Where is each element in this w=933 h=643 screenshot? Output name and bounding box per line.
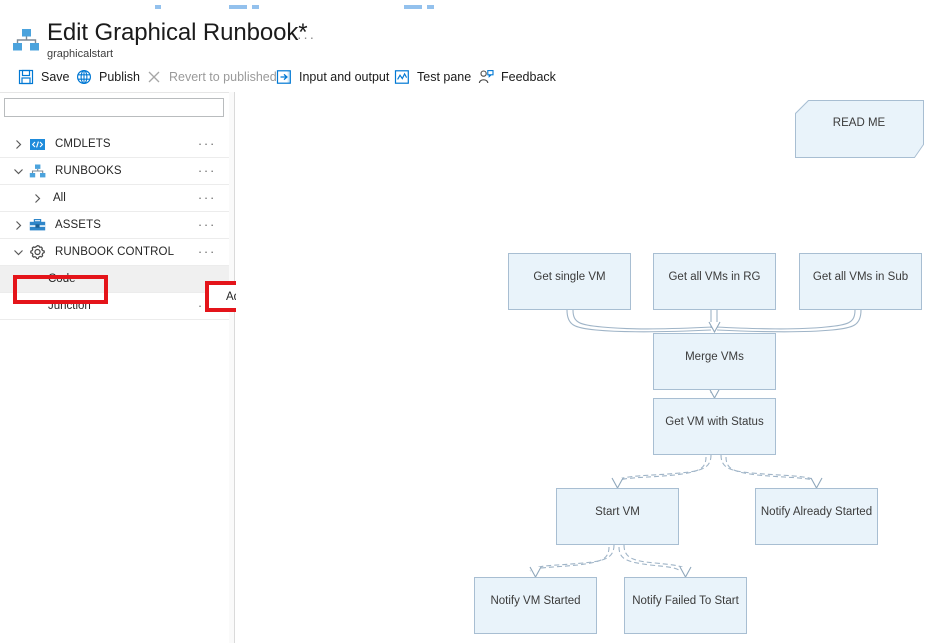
activity-node-label: Get all VMs in RG [668,271,761,283]
tree-item-code[interactable]: Code [0,266,229,293]
command-toolbar: Save Publish Revert to published Input a… [0,64,933,90]
top-edge-fragment [404,5,422,9]
org-chart-icon [29,163,46,180]
tree-item-junction[interactable]: Junction ··· [0,293,229,320]
search-box[interactable] [4,98,224,118]
activity-node-label: Get all VMs in Sub [812,271,909,283]
code-tag-icon [29,136,46,153]
top-edge-fragment [427,5,434,9]
save-button-label: Save [41,70,70,84]
activity-node-get-all-vms-in-sub[interactable]: Get all VMs in Sub [799,253,922,310]
chevron-down-icon[interactable] [12,246,25,259]
globe-icon [76,69,92,85]
page-title-wrap: Edit Graphical Runbook* [47,18,308,48]
test-pane-button[interactable]: Test pane [394,64,471,90]
feedback-icon [478,69,494,85]
tree-item-label: All [53,192,66,204]
tree-item-overflow-button[interactable]: ··· [198,218,216,231]
activity-node-label: Start VM [595,506,640,518]
library-sidebar: CMDLETS ··· RUNBOOKS ··· All ··· ASSETS … [0,92,229,643]
runbook-editor-window: Edit Graphical Runbook* ··· graphicalsta… [0,0,933,643]
activity-node-label: Notify VM Started [490,595,581,607]
activity-node-notify-vm-started[interactable]: Notify VM Started [474,577,597,634]
publish-button[interactable]: Publish [76,64,140,90]
tree-item-runbooks[interactable]: RUNBOOKS ··· [0,158,229,185]
activity-node-get-single-vm[interactable]: Get single VM [508,253,631,310]
revert-to-published-label: Revert to published [169,70,277,84]
page-header: Edit Graphical Runbook* ··· graphicalsta… [0,10,933,62]
activity-node-start-vm[interactable]: Start VM [556,488,679,545]
save-button[interactable]: Save [18,64,70,90]
feedback-button[interactable]: Feedback [478,64,556,90]
publish-button-label: Publish [99,70,140,84]
activity-node-notify-failed-to-start[interactable]: Notify Failed To Start [624,577,747,634]
save-icon [18,69,34,85]
activity-node-notify-already-started[interactable]: Notify Already Started [755,488,878,545]
search-input[interactable] [5,100,223,118]
tree-item-cmdlets[interactable]: CMDLETS ··· [0,131,229,158]
page-subtitle: graphicalstart [47,48,114,60]
briefcase-icon [29,217,46,234]
tree-item-label: ASSETS [55,219,101,231]
tree-item-label: CMDLETS [55,138,111,150]
chevron-right-icon[interactable] [12,138,25,151]
activity-node-get-vm-with-status[interactable]: Get VM with Status [653,398,776,455]
top-edge-fragment [252,5,259,9]
input-and-output-label: Input and output [299,70,390,84]
tree-item-label: Junction [48,300,91,312]
test-pane-label: Test pane [417,70,472,84]
activity-node-label: Get single VM [533,271,606,283]
tree-item-label: RUNBOOKS [55,165,122,177]
tree-item-label: Code [48,273,76,285]
tree-item-runbook-control[interactable]: RUNBOOK CONTROL ··· [0,239,229,266]
feedback-label: Feedback [501,70,556,84]
activity-node-label: Get VM with Status [665,416,764,428]
activity-node-label: Merge VMs [685,351,744,363]
runbook-canvas[interactable]: READ ME Get single VM Get all VMs in RG … [236,92,933,643]
chevron-down-icon[interactable] [12,165,25,178]
close-x-icon [146,69,162,85]
readme-note-label: READ ME [832,117,886,129]
gear-icon [29,244,46,261]
tree-item-overflow-button[interactable]: ··· [198,137,216,150]
library-tree: CMDLETS ··· RUNBOOKS ··· All ··· ASSETS … [0,131,229,320]
test-pane-icon [394,69,410,85]
revert-to-published-button[interactable]: Revert to published [146,64,277,90]
tree-item-all[interactable]: All ··· [0,185,229,212]
top-edge-fragment [155,5,161,9]
chevron-right-icon[interactable] [31,192,44,205]
input-and-output-button[interactable]: Input and output [276,64,389,90]
top-edge-fragment [229,5,247,9]
tree-item-overflow-button[interactable]: ··· [198,245,216,258]
sidebar-splitter[interactable] [234,92,235,643]
activity-node-get-all-vms-in-rg[interactable]: Get all VMs in RG [653,253,776,310]
activity-node-label: Notify Failed To Start [632,595,739,607]
page-title: Edit Graphical Runbook* [47,19,308,46]
tree-item-overflow-button[interactable]: ··· [198,191,216,204]
tree-item-label: RUNBOOK CONTROL [55,246,175,258]
tree-item-overflow-button[interactable]: ··· [198,164,216,177]
activity-node-label: Notify Already Started [760,506,873,518]
activity-node-merge-vms[interactable]: Merge VMs [653,333,776,390]
readme-note-border [795,100,924,158]
header-overflow-button[interactable]: ··· [297,30,316,44]
input-output-icon [276,69,292,85]
org-chart-icon [12,28,40,54]
connector-layer [529,309,862,579]
chevron-right-icon[interactable] [12,219,25,232]
tree-item-assets[interactable]: ASSETS ··· [0,212,229,239]
